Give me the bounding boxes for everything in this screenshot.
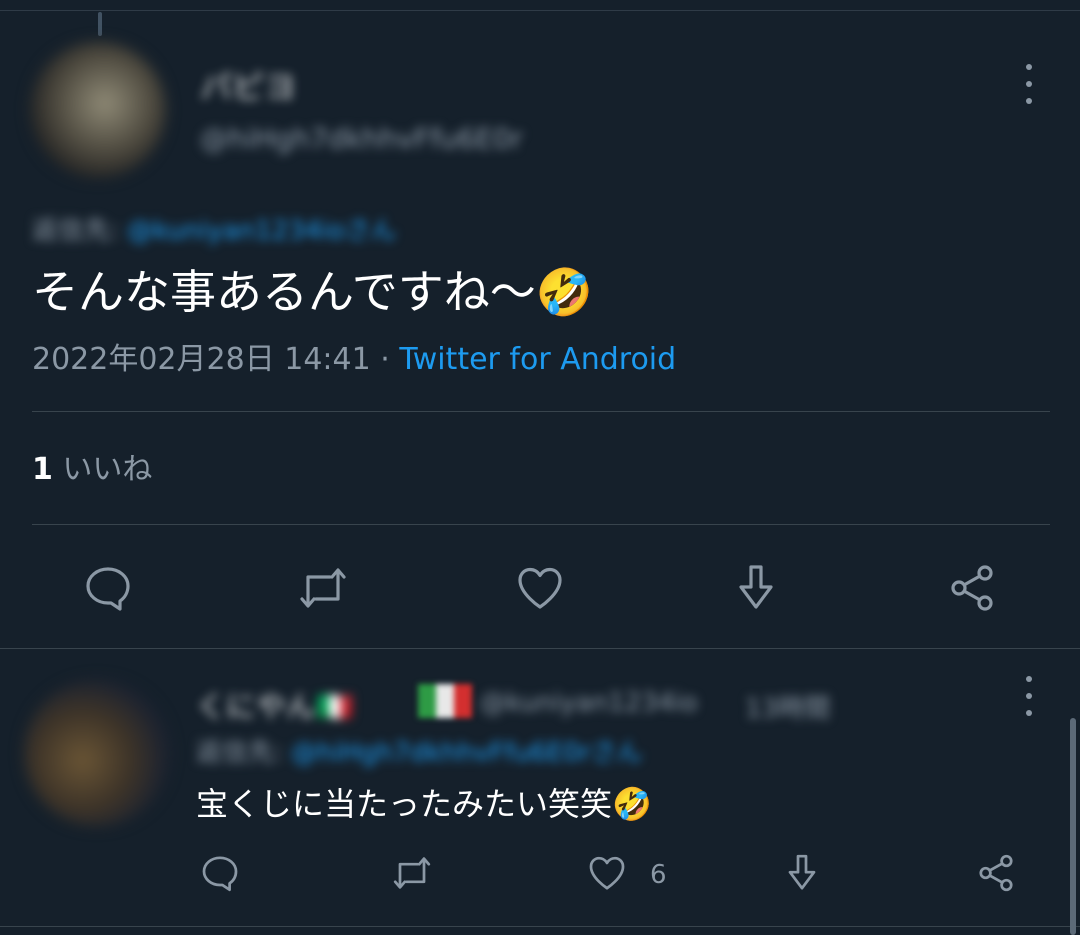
main-tweet-display-name[interactable]: パピヨ	[200, 62, 296, 108]
reply-display-name[interactable]: くにやん🇮🇹	[196, 682, 353, 726]
reply-time-ago: 13時間	[745, 694, 831, 724]
reply-like-count: 6	[650, 860, 667, 890]
bottom-divider	[0, 926, 1080, 927]
reply-handle[interactable]: @kuniyan1234io	[480, 688, 698, 718]
like-icon[interactable]	[515, 563, 565, 613]
divider	[32, 524, 1050, 525]
likes-label: いいね	[62, 452, 153, 487]
main-tweet-replying-to: 返信先: @kuniyan1234ioさん	[32, 210, 397, 247]
main-tweet-meta: 2022年02月28日 14:41 · Twitter for Android	[32, 340, 676, 380]
reply-icon[interactable]	[83, 563, 133, 613]
more-vertical-icon[interactable]	[1019, 676, 1039, 716]
share-icon[interactable]	[947, 563, 997, 613]
tweet-timestamp[interactable]: 2022年02月28日 14:41	[32, 342, 371, 377]
more-vertical-icon[interactable]	[1019, 64, 1039, 104]
meta-separator: ·	[380, 342, 390, 377]
replying-to-label: 返信先:	[196, 738, 283, 768]
italy-flag-icon	[418, 684, 472, 718]
section-divider	[0, 648, 1080, 649]
retweet-icon[interactable]	[392, 853, 432, 893]
likes-summary[interactable]: 1 いいね	[32, 450, 152, 490]
replying-to-label: 返信先:	[32, 216, 119, 246]
tweet-detail-page: パピヨ @hiHgh7dkhhvFfu6E0r 返信先: @kuniyan123…	[0, 0, 1080, 935]
top-border	[0, 10, 1080, 11]
thread-connector-line	[98, 12, 102, 36]
like-icon[interactable]	[587, 853, 627, 893]
likes-count: 1	[32, 452, 53, 487]
reply-tweet-text: 宝くじに当たったみたい笑笑🤣	[196, 785, 652, 823]
tweet-source-link[interactable]: Twitter for Android	[399, 342, 676, 377]
download-icon[interactable]	[731, 563, 781, 613]
main-tweet-avatar[interactable]	[30, 42, 166, 178]
reply-replying-to: 返信先: @hiHgh7dkhhvFfu6E0rさん	[196, 732, 643, 769]
share-icon[interactable]	[976, 853, 1016, 893]
replying-to-handle-link[interactable]: @kuniyan1234ioさん	[127, 216, 397, 246]
replying-to-handle-link[interactable]: @hiHgh7dkhhvFfu6E0rさん	[291, 738, 642, 768]
reply-tweet-avatar[interactable]	[24, 680, 170, 826]
scrollbar[interactable]	[1070, 718, 1076, 935]
reply-icon[interactable]	[200, 853, 240, 893]
main-tweet-handle[interactable]: @hiHgh7dkhhvFfu6E0r	[200, 122, 523, 155]
main-tweet-text: そんな事あるんですね〜🤣	[32, 265, 593, 319]
download-icon[interactable]	[782, 853, 822, 893]
divider	[32, 411, 1050, 412]
retweet-icon[interactable]	[298, 563, 348, 613]
